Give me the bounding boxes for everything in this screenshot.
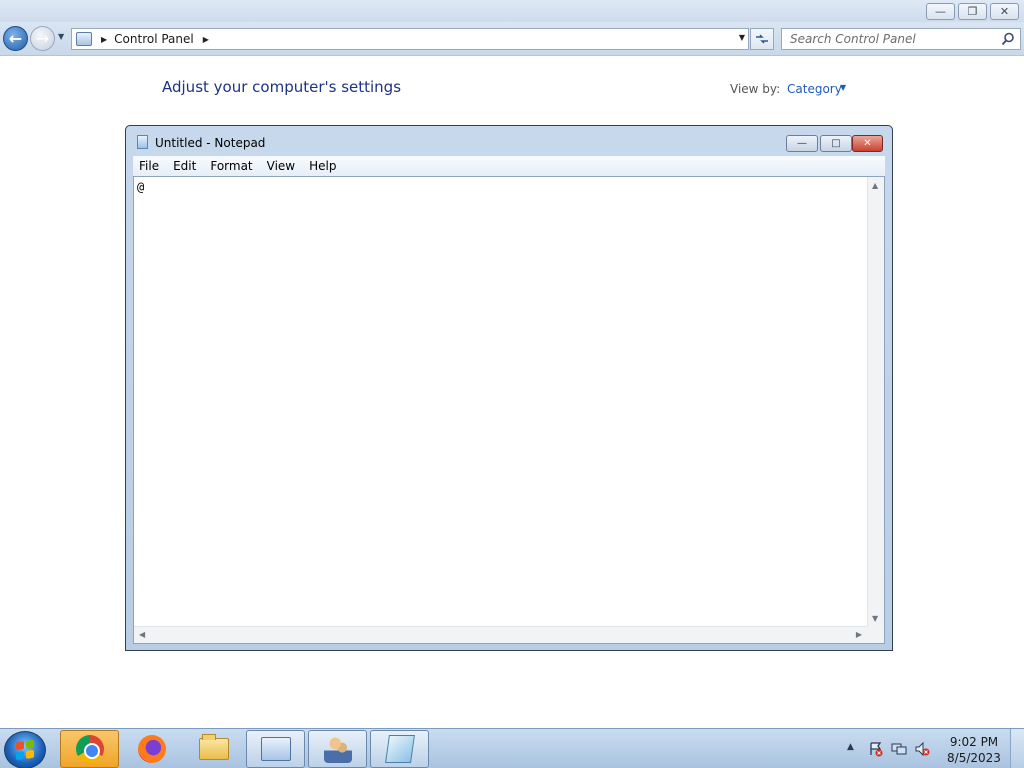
view-by-label: View by: (730, 82, 781, 96)
notepad-icon (137, 135, 148, 149)
taskbar: ▲ 9:02 PM 8/5/2023 (0, 728, 1024, 768)
menu-format[interactable]: Format (204, 159, 258, 173)
minimize-button[interactable]: — (926, 3, 955, 20)
taskbar-control-panel-button[interactable] (246, 730, 305, 768)
page-title: Adjust your computer's settings (162, 78, 402, 96)
taskbar-users-button[interactable] (308, 730, 367, 768)
chrome-icon (75, 735, 104, 763)
action-center-flag-icon[interactable] (868, 741, 884, 757)
menu-help[interactable]: Help (303, 159, 342, 173)
breadcrumb-separator-icon[interactable]: ▶ (101, 35, 107, 44)
taskbar-explorer-button[interactable] (184, 730, 243, 768)
notepad-icon (384, 735, 415, 763)
resize-grip-icon[interactable] (867, 626, 884, 643)
forward-button[interactable]: → (30, 26, 55, 51)
notepad-title: Untitled - Notepad (155, 136, 266, 150)
folder-icon (198, 734, 229, 760)
vertical-scrollbar[interactable]: ▲ ▼ (867, 177, 884, 626)
scroll-left-icon[interactable]: ◀ (139, 630, 145, 639)
taskbar-notepad-button[interactable] (370, 730, 429, 768)
address-bar[interactable]: ▶ Control Panel ▶ ▼ (71, 28, 749, 50)
refresh-icon (756, 34, 768, 44)
breadcrumb-separator-icon[interactable]: ▶ (203, 35, 209, 44)
network-icon[interactable] (891, 741, 907, 757)
clock-time[interactable]: 9:02 PM (938, 735, 1010, 749)
show-desktop-button[interactable] (1010, 729, 1024, 768)
view-by-chevron-down-icon[interactable]: ▼ (840, 83, 846, 92)
horizontal-scrollbar[interactable]: ◀ ▶ (134, 626, 867, 643)
restore-button[interactable]: ❐ (958, 3, 987, 20)
menu-file[interactable]: File (133, 159, 165, 173)
notepad-maximize-button[interactable]: □ (820, 135, 852, 152)
refresh-button[interactable] (750, 28, 774, 50)
start-button[interactable] (4, 731, 46, 768)
notepad-window: Untitled - Notepad — □ ✕ File Edit Forma… (125, 125, 893, 651)
scroll-right-icon[interactable]: ▶ (856, 630, 862, 639)
notepad-edit-area: @ ▲ ▼ ◀ ▶ (133, 176, 885, 644)
volume-muted-icon[interactable] (914, 741, 930, 757)
users-icon (323, 735, 352, 763)
notepad-close-button[interactable]: ✕ (852, 135, 883, 152)
firefox-icon (137, 735, 166, 763)
view-by-dropdown[interactable]: Category (787, 82, 842, 96)
clock-date[interactable]: 8/5/2023 (938, 751, 1010, 765)
window-titlebar[interactable]: — ❐ ✕ (0, 0, 1024, 22)
menu-edit[interactable]: Edit (167, 159, 202, 173)
close-button[interactable]: ✕ (990, 3, 1019, 20)
windows-logo-icon (16, 739, 34, 761)
breadcrumb-control-panel[interactable]: Control Panel (114, 32, 194, 46)
notepad-minimize-button[interactable]: — (786, 135, 818, 152)
search-input[interactable] (782, 29, 1000, 49)
menu-view[interactable]: View (261, 159, 301, 173)
notepad-titlebar[interactable]: Untitled - Notepad — □ ✕ (126, 126, 892, 156)
scroll-up-icon[interactable]: ▲ (872, 181, 878, 190)
recent-pages-dropdown-icon[interactable]: ▼ (58, 32, 68, 44)
back-button[interactable]: ← (3, 26, 28, 51)
notepad-menubar: File Edit Format View Help (133, 156, 885, 176)
address-dropdown-icon[interactable]: ▼ (739, 33, 745, 42)
notepad-text-area[interactable]: @ (136, 178, 868, 626)
taskbar-firefox-button[interactable] (122, 730, 181, 768)
scroll-down-icon[interactable]: ▼ (872, 614, 878, 623)
show-hidden-icons-icon[interactable]: ▲ (847, 742, 854, 752)
control-panel-icon (76, 32, 92, 46)
search-box[interactable] (781, 28, 1021, 50)
navigation-bar: ← → ▼ ▶ Control Panel ▶ ▼ (0, 22, 1024, 56)
search-icon[interactable] (1001, 32, 1015, 46)
control-panel-icon (260, 737, 291, 761)
system-tray: ▲ 9:02 PM 8/5/2023 (840, 729, 1024, 768)
taskbar-chrome-button[interactable] (60, 730, 119, 768)
